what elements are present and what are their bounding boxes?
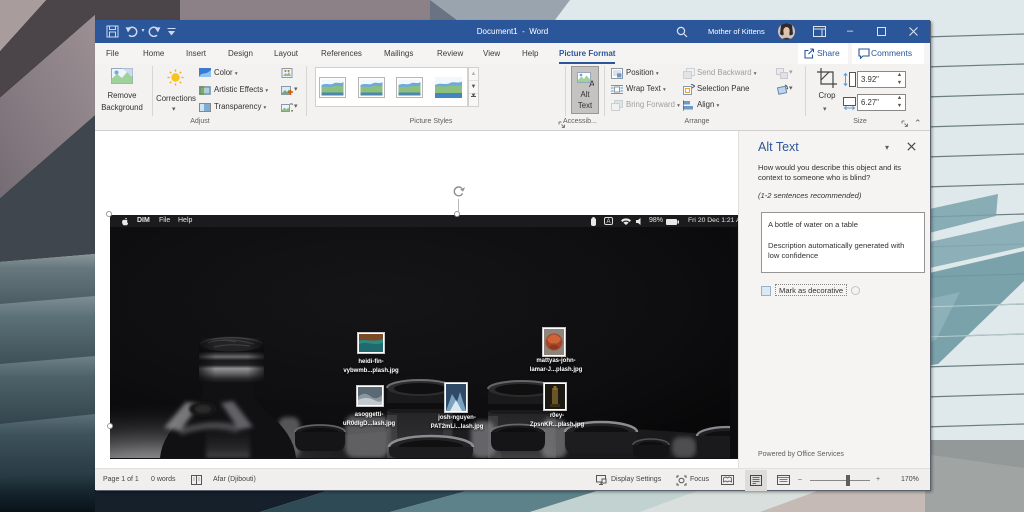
svg-text:A: A xyxy=(589,79,594,87)
